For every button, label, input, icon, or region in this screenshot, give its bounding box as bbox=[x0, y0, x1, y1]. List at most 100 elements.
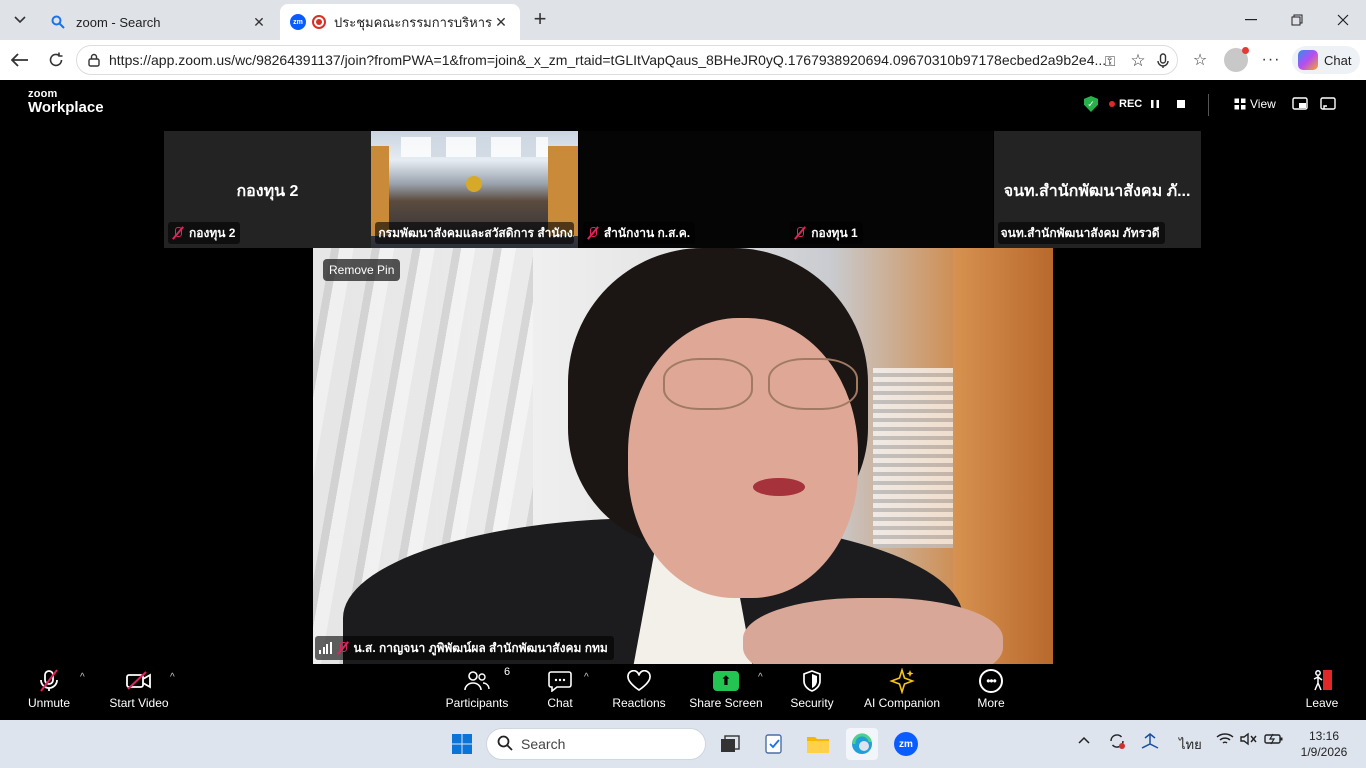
video-options-caret-icon[interactable]: ^ bbox=[170, 672, 175, 683]
participant-tile[interactable]: จนท.สำนักพัฒนาสังคม ภั... จนท.สำนักพัฒนา… bbox=[993, 131, 1201, 248]
system-clock[interactable]: 13:16 1/9/2026 bbox=[1294, 728, 1354, 760]
back-button[interactable] bbox=[8, 48, 32, 72]
unmute-label: Unmute bbox=[27, 696, 71, 710]
new-tab-button[interactable]: + bbox=[528, 8, 552, 32]
participant-name-label: กรมพัฒนาสังคมและสวัสดิการ สำนักง... bbox=[375, 222, 575, 244]
clock-time: 13:16 bbox=[1308, 729, 1340, 743]
zoom-app-icon[interactable]: zm bbox=[890, 728, 922, 760]
brand-big-text: Workplace bbox=[28, 99, 104, 116]
fullscreen-icon[interactable] bbox=[1320, 94, 1336, 114]
tab-close-icon[interactable]: ✕ bbox=[250, 14, 268, 31]
microphone-icon[interactable] bbox=[1151, 49, 1175, 73]
participant-name: กองทุน 1 bbox=[811, 225, 858, 240]
minimize-button[interactable] bbox=[1228, 0, 1274, 40]
refresh-button[interactable] bbox=[44, 48, 68, 72]
edge-browser-icon[interactable] bbox=[846, 728, 878, 760]
show-hidden-icons-chevron[interactable] bbox=[1078, 732, 1090, 747]
file-explorer-icon[interactable] bbox=[802, 728, 834, 760]
site-info-icon[interactable] bbox=[87, 53, 101, 70]
more-options-icon[interactable]: ··· bbox=[1259, 48, 1283, 72]
leave-button[interactable]: Leave bbox=[1304, 668, 1340, 712]
clock-date: 1/9/2026 bbox=[1300, 745, 1348, 759]
share-options-caret-icon[interactable]: ^ bbox=[758, 672, 763, 683]
header-divider bbox=[1208, 94, 1209, 116]
arrow-left-icon bbox=[11, 53, 28, 67]
participants-count: 6 bbox=[504, 666, 511, 678]
muted-mic-icon bbox=[793, 226, 807, 240]
input-language[interactable]: ไทย bbox=[1179, 734, 1202, 755]
stop-recording-button[interactable] bbox=[1176, 94, 1186, 114]
tab-actions-menu-button[interactable] bbox=[6, 6, 34, 34]
tab-zoom-meeting[interactable]: zm ประชุมคณะกรรมการบริหารกองทุนส่งเสริมก… bbox=[280, 4, 520, 40]
close-window-button[interactable] bbox=[1320, 0, 1366, 40]
chat-options-caret-icon[interactable]: ^ bbox=[584, 672, 589, 683]
address-bar[interactable]: https://app.zoom.us/wc/98264391137/join?… bbox=[76, 45, 1178, 75]
start-video-button[interactable]: Start Video bbox=[106, 668, 172, 712]
participant-tile[interactable]: กรมพัฒนาสังคมและสวัสดิการ สำนักง... bbox=[371, 131, 579, 248]
chat-icon bbox=[548, 668, 572, 694]
remove-pin-button[interactable]: Remove Pin bbox=[323, 259, 401, 281]
participant-name: กองทุน 2 bbox=[189, 225, 236, 240]
ai-companion-label: AI Companion bbox=[863, 696, 941, 710]
windows-icon bbox=[452, 734, 472, 754]
muted-microphone-icon bbox=[38, 668, 60, 694]
security-label: Security bbox=[790, 696, 834, 710]
participant-thumbnail-strip: กองทุน 2 กองทุน 2 กรมพัฒนาสังคมและสวัสดิ… bbox=[164, 131, 1201, 248]
notepad-app-icon[interactable] bbox=[758, 728, 790, 760]
leave-label: Leave bbox=[1305, 696, 1339, 710]
key-icon[interactable]: ⚿ bbox=[1098, 49, 1122, 73]
view-button[interactable]: View bbox=[1234, 94, 1276, 114]
unmute-button[interactable]: Unmute bbox=[26, 668, 72, 712]
audio-options-caret-icon[interactable]: ^ bbox=[80, 672, 85, 683]
muted-mic-icon bbox=[336, 641, 350, 655]
volume-muted-icon[interactable] bbox=[1240, 732, 1258, 749]
sync-icon[interactable] bbox=[1108, 732, 1126, 753]
minimize-meeting-icon[interactable] bbox=[1292, 94, 1308, 114]
share-screen-label: Share Screen bbox=[689, 696, 763, 710]
stop-icon bbox=[1177, 100, 1185, 108]
network-share-icon[interactable] bbox=[1140, 732, 1160, 753]
reactions-button[interactable]: Reactions bbox=[610, 668, 668, 712]
search-placeholder: Search bbox=[521, 736, 566, 752]
reactions-label: Reactions bbox=[612, 696, 666, 710]
restore-button[interactable] bbox=[1274, 0, 1320, 40]
taskbar-search-box[interactable]: Search bbox=[486, 728, 706, 760]
encryption-shield-icon[interactable]: ✓ bbox=[1084, 94, 1098, 114]
start-video-label: Start Video bbox=[109, 696, 169, 710]
share-screen-icon: ⬆ bbox=[713, 668, 739, 694]
favorites-icon[interactable]: ☆ bbox=[1188, 48, 1212, 72]
profile-avatar[interactable] bbox=[1224, 47, 1249, 72]
more-button[interactable]: ••• More bbox=[972, 668, 1010, 712]
wifi-icon[interactable] bbox=[1216, 732, 1234, 749]
participant-tile[interactable]: กองทุน 1 bbox=[786, 131, 994, 248]
more-label: More bbox=[977, 696, 1005, 710]
security-button[interactable]: Security bbox=[788, 668, 836, 712]
copilot-label: Chat bbox=[1324, 52, 1352, 68]
participants-button[interactable]: 6 Participants bbox=[446, 666, 510, 712]
pause-recording-button[interactable] bbox=[1150, 94, 1160, 114]
chevron-down-icon bbox=[14, 16, 26, 24]
participant-tile[interactable]: กองทุน 2 กองทุน 2 bbox=[164, 131, 371, 248]
minimize-icon bbox=[1245, 19, 1257, 21]
tab-zoom-search[interactable]: zoom - Search ✕ bbox=[40, 4, 278, 40]
muted-mic-icon bbox=[171, 226, 185, 240]
participants-icon: 6 bbox=[464, 666, 510, 694]
search-icon bbox=[497, 735, 513, 755]
chat-button[interactable]: Chat bbox=[540, 668, 580, 712]
ai-companion-button[interactable]: AI Companion bbox=[862, 668, 942, 712]
participant-tile[interactable]: สำนักงาน ก.ส.ค. bbox=[578, 131, 786, 248]
sparkle-icon bbox=[889, 668, 915, 694]
participant-name-label: จนท.สำนักพัฒนาสังคม ภัทรวดี bbox=[997, 222, 1165, 244]
favorite-star-icon[interactable]: ☆ bbox=[1126, 49, 1150, 73]
start-button[interactable] bbox=[446, 728, 478, 760]
participant-big-name: จนท.สำนักพัฒนาสังคม ภั... bbox=[1003, 183, 1191, 200]
copilot-chat-button[interactable]: Chat bbox=[1292, 46, 1360, 74]
speaker-name: น.ส. กาญจนา ภูพิพัฒน์ผล สำนักพัฒนาสังคม … bbox=[353, 640, 608, 655]
task-view-icon[interactable] bbox=[714, 728, 746, 760]
battery-icon[interactable] bbox=[1264, 732, 1284, 749]
pinned-speaker-video[interactable]: Remove Pin น.ส. กาญจนา ภูพิพัฒน์ผล สำนัก… bbox=[313, 248, 1053, 664]
participant-big-name: กองทุน 2 bbox=[236, 183, 299, 200]
share-screen-button[interactable]: ⬆ Share Screen bbox=[688, 668, 764, 712]
chat-label: Chat bbox=[547, 696, 573, 710]
tab-close-icon[interactable]: ✕ bbox=[492, 14, 510, 31]
